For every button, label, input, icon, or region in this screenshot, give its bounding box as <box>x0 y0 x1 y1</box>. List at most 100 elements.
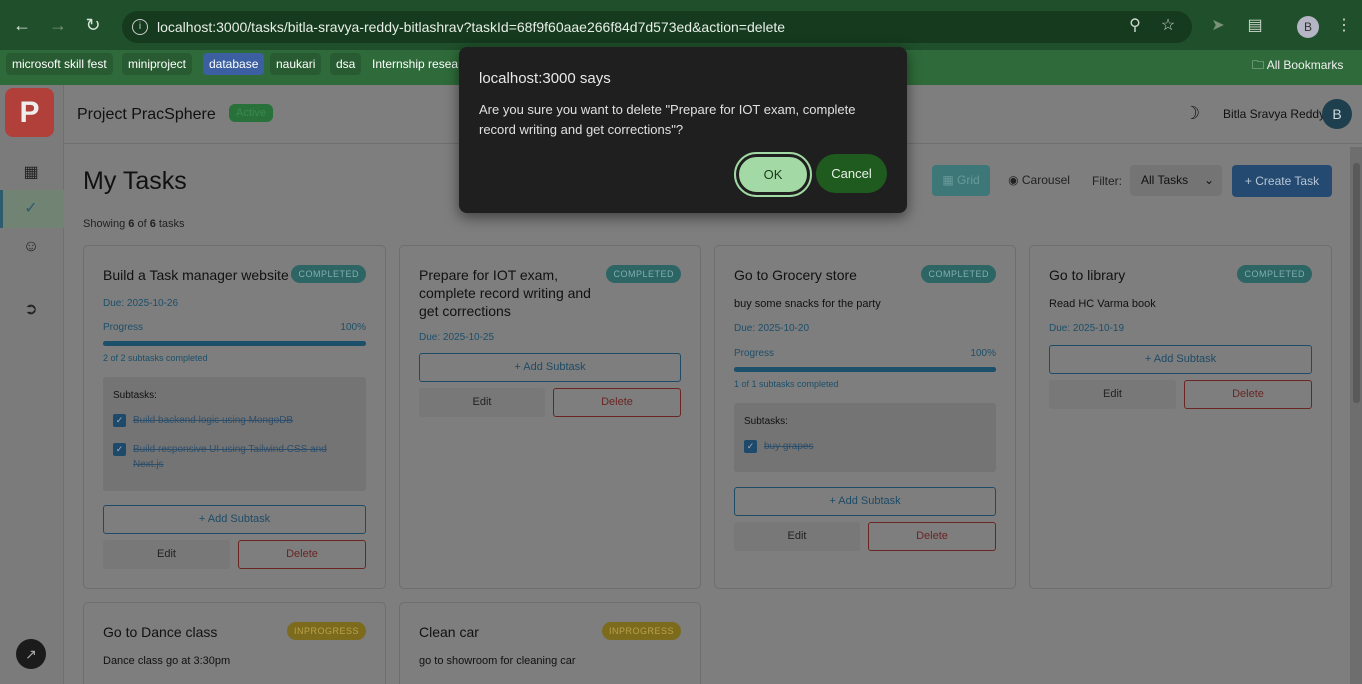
status-badge: COMPLETED <box>291 265 366 283</box>
moon-icon[interactable]: ☽ <box>1184 103 1200 124</box>
profile-avatar[interactable]: B <box>1297 16 1319 38</box>
delete-button[interactable]: Delete <box>1184 380 1312 409</box>
url-text: localhost:3000/tasks/bitla-sravya-reddy-… <box>157 19 786 35</box>
address-bar[interactable]: i localhost:3000/tasks/bitla-sravya-redd… <box>122 11 1192 43</box>
due-date: Due: 2025-10-19 <box>1049 323 1125 334</box>
task-card: Go to library COMPLETED Read HC Varma bo… <box>1029 245 1332 589</box>
add-subtask-button[interactable]: + Add Subtask <box>419 353 681 382</box>
create-task-button[interactable]: + Create Task <box>1232 165 1332 197</box>
add-subtask-button[interactable]: + Add Subtask <box>103 505 366 534</box>
checkbox-checked-icon[interactable]: ✓ <box>113 414 126 427</box>
puzzle-icon[interactable]: ▤ <box>1245 16 1265 36</box>
checkbox-checked-icon[interactable]: ✓ <box>113 443 126 456</box>
eye-icon: ◉ <box>1008 173 1019 187</box>
delete-button[interactable]: Delete <box>553 388 681 417</box>
bookmark-item[interactable]: Internship resea <box>366 53 464 75</box>
sidebar: P ▦ ✓ ☺ ➲ ↗ <box>0 85 64 684</box>
bookmark-item[interactable]: microsoft skill fest <box>6 53 113 75</box>
bookmark-item[interactable]: database <box>203 53 265 75</box>
due-date: Due: 2025-10-26 <box>103 298 179 309</box>
bookmark-item[interactable]: naukari <box>270 53 322 75</box>
profile-icon[interactable]: ☺ <box>20 236 42 258</box>
all-bookmarks[interactable]: 🗀 All Bookmarks <box>1252 56 1343 77</box>
task-description: buy some snacks for the party <box>734 298 881 310</box>
avatar[interactable]: B <box>1322 99 1352 129</box>
status-badge: COMPLETED <box>1237 265 1312 283</box>
status-badge: Active <box>229 104 273 122</box>
status-badge: INPROGRESS <box>286 622 366 640</box>
task-title: Go to Dance class <box>103 624 218 640</box>
tasks-check-icon[interactable]: ✓ <box>20 198 42 220</box>
page-title: My Tasks <box>83 167 187 195</box>
task-card: Clean car INPROGRESS go to showroom for … <box>399 602 701 684</box>
chevron-down-icon: ⌄ <box>1203 173 1214 187</box>
assistant-icon[interactable]: ↗ <box>16 639 46 669</box>
status-badge: COMPLETED <box>606 265 681 283</box>
cancel-button[interactable]: Cancel <box>816 154 887 193</box>
task-title: Go to library <box>1049 267 1126 283</box>
app-logo[interactable]: P <box>5 88 54 137</box>
ok-button[interactable]: OK <box>734 152 812 197</box>
subtask-box: Subtasks: ✓ Build backend logic using Mon… <box>103 377 366 491</box>
browser-toolbar: ← → ↻ i localhost:3000/tasks/bitla-sravy… <box>0 0 1362 50</box>
star-icon[interactable]: ☆ <box>1158 16 1178 36</box>
bookmark-item[interactable]: dsa <box>330 53 362 75</box>
folder-icon: 🗀 <box>1252 58 1265 72</box>
task-card: Build a Task manager website COMPLETED D… <box>83 245 386 589</box>
subtask-item[interactable]: ✓ Build responsive UI using Tailwind CSS … <box>113 442 356 472</box>
edit-button[interactable]: Edit <box>1049 380 1176 409</box>
forward-icon[interactable]: → <box>47 14 69 36</box>
subtask-box: Subtasks: ✓ buy grapes <box>734 403 996 472</box>
edit-button[interactable]: Edit <box>419 388 545 417</box>
extension-icon[interactable]: ➤ <box>1208 16 1228 36</box>
confirm-dialog: localhost:3000 says Are you sure you wan… <box>459 47 907 213</box>
scrollbar-thumb[interactable] <box>1353 163 1360 403</box>
zoom-icon[interactable]: ⚲ <box>1125 16 1145 36</box>
menu-icon[interactable]: ⋮ <box>1334 16 1354 36</box>
delete-button[interactable]: Delete <box>238 540 366 569</box>
status-badge: INPROGRESS <box>601 622 681 640</box>
grid-icon: ▦ <box>942 173 954 187</box>
progress-percent: 100% <box>340 322 366 333</box>
task-card: Go to Grocery store COMPLETED buy some s… <box>714 245 1016 589</box>
status-badge: COMPLETED <box>921 265 996 283</box>
subtasks-heading: Subtasks: <box>113 390 157 401</box>
due-date: Due: 2025-10-20 <box>734 323 810 334</box>
task-card: Prepare for IOT exam, complete record wr… <box>399 245 701 589</box>
filter-select[interactable]: All Tasks ⌄ <box>1130 165 1222 196</box>
progress-percent: 100% <box>970 348 996 359</box>
dashboard-icon[interactable]: ▦ <box>20 162 42 184</box>
progress-fill <box>734 367 996 372</box>
user-name: Bitla Sravya Reddy <box>1223 107 1326 121</box>
subtask-item[interactable]: ✓ buy grapes <box>744 439 986 454</box>
add-subtask-button[interactable]: + Add Subtask <box>1049 345 1312 374</box>
dialog-message: Are you sure you want to delete "Prepare… <box>479 102 856 137</box>
bookmark-item[interactable]: miniproject <box>122 53 193 75</box>
edit-button[interactable]: Edit <box>734 522 860 551</box>
progress-bar <box>103 341 366 346</box>
subtasks-heading: Subtasks: <box>744 416 788 427</box>
logout-icon[interactable]: ➲ <box>20 299 42 321</box>
site-info-icon[interactable]: i <box>132 19 148 35</box>
progress-label: Progress <box>103 322 144 333</box>
task-description: Read HC Varma book <box>1049 298 1156 310</box>
carousel-view-button[interactable]: ◉ Carousel <box>998 165 1080 196</box>
checkbox-checked-icon[interactable]: ✓ <box>744 440 757 453</box>
task-card: Go to Dance class INPROGRESS Dance class… <box>83 602 386 684</box>
progress-label: Progress <box>734 348 775 359</box>
subtask-item[interactable]: ✓ Build backend logic using MongoDB <box>113 413 356 428</box>
dialog-title: localhost:3000 says <box>479 70 611 87</box>
subtask-count: 2 of 2 subtasks completed <box>103 353 208 363</box>
progress-bar <box>734 367 996 372</box>
subtask-count: 1 of 1 subtasks completed <box>734 379 839 389</box>
back-icon[interactable]: ← <box>11 14 33 36</box>
delete-button[interactable]: Delete <box>868 522 996 551</box>
due-date: Due: 2025-10-25 <box>419 332 495 343</box>
add-subtask-button[interactable]: + Add Subtask <box>734 487 996 516</box>
grid-view-button[interactable]: ▦ Grid <box>932 165 990 196</box>
reload-icon[interactable]: ↻ <box>82 14 104 36</box>
edit-button[interactable]: Edit <box>103 540 230 569</box>
task-title: Go to Grocery store <box>734 267 857 283</box>
progress-fill <box>103 341 366 346</box>
task-description: Dance class go at 3:30pm <box>103 655 231 667</box>
